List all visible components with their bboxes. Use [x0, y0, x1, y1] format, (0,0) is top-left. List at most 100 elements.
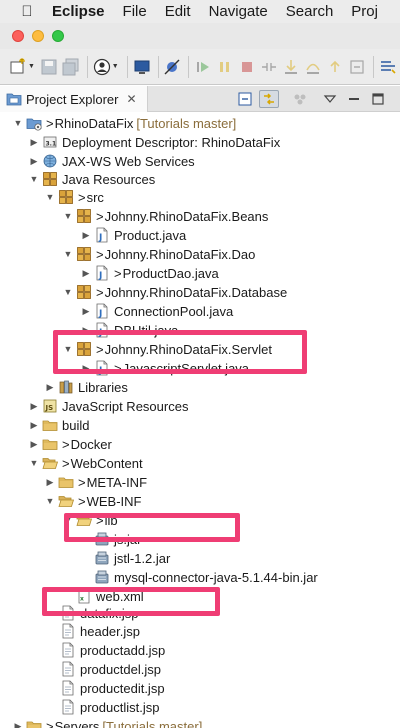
tree-label: header.jsp — [80, 623, 140, 639]
minimize-view-icon[interactable] — [344, 90, 364, 108]
expanded-chevron-icon[interactable]: ▼ — [12, 113, 24, 133]
tree-item-javascriptservlet-java[interactable]: ▶ > JavascriptServlet.java — [80, 358, 249, 378]
step-over-icon[interactable] — [303, 56, 323, 78]
tree-item-pkg-beans[interactable]: ▼ > Johnny.RhinoDataFix.Beans — [62, 206, 269, 226]
tree-item-pkg-dao[interactable]: ▼ > Johnny.RhinoDataFix.Dao — [62, 244, 256, 264]
tree-item-dbutil-java[interactable]: ▶ DBUtil.java — [80, 320, 178, 340]
collapsed-chevron-icon[interactable]: ▶ — [12, 716, 24, 728]
profile-dropdown-icon[interactable]: ▼ — [112, 63, 119, 70]
tree-item-javascript-resources[interactable]: ▶ JavaScript Resources — [28, 396, 189, 416]
skip-breakpoints-icon[interactable] — [162, 56, 182, 78]
menu-edit[interactable]: Edit — [165, 3, 191, 20]
view-menu-icon[interactable] — [320, 90, 340, 108]
tree-item-connectionpool-java[interactable]: ▶ ConnectionPool.java — [80, 301, 233, 321]
tree-label: Johnny.RhinoDataFix.Database — [104, 284, 288, 300]
tree-item-mysql-jar[interactable]: mysql-connector-java-5.1.44-bin.jar — [92, 567, 318, 587]
collapsed-chevron-icon[interactable]: ▶ — [28, 151, 40, 171]
terminate-icon[interactable] — [237, 56, 257, 78]
apple-icon[interactable]:  — [12, 3, 42, 20]
zoom-window-button[interactable] — [52, 30, 64, 42]
menu-navigate[interactable]: Navigate — [209, 3, 268, 20]
console-icon[interactable] — [132, 56, 152, 78]
collapsed-chevron-icon[interactable]: ▶ — [28, 434, 40, 454]
minimize-window-button[interactable] — [32, 30, 44, 42]
jsp-file-icon — [60, 680, 76, 696]
collapse-all-icon[interactable] — [235, 90, 255, 108]
tree-item-pkg-database[interactable]: ▼ > Johnny.RhinoDataFix.Database — [62, 282, 288, 302]
tree-label: Johnny.RhinoDataFix.Beans — [104, 208, 269, 224]
tree-item-product-java[interactable]: ▶ Product.java — [80, 225, 186, 245]
expanded-chevron-icon[interactable]: ▼ — [62, 244, 74, 264]
drop-to-frame-icon[interactable] — [347, 56, 367, 78]
tree-item-servers[interactable]: ▶ > Servers [Tutorials master] — [12, 716, 202, 728]
tree-item-meta-inf[interactable]: ▶ > META-INF — [44, 472, 147, 492]
tree-label: JAX-WS Web Services — [62, 153, 195, 169]
collapsed-chevron-icon[interactable]: ▶ — [80, 358, 92, 378]
tree-item-java-resources[interactable]: ▼ Java Resources — [28, 169, 156, 189]
new-icon[interactable] — [8, 56, 28, 78]
step-into-icon[interactable] — [281, 56, 301, 78]
tree-item-web-inf[interactable]: ▼ > WEB-INF — [44, 491, 142, 511]
tree-item-deployment-descriptor[interactable]: ▶ Deployment Descriptor: RhinoDataFix — [28, 132, 281, 152]
expanded-chevron-icon[interactable]: ▼ — [62, 206, 74, 226]
collapsed-chevron-icon[interactable]: ▶ — [28, 415, 40, 435]
focus-icon[interactable] — [290, 90, 310, 108]
expanded-chevron-icon[interactable]: ▼ — [28, 169, 40, 189]
tree-item-webcontent[interactable]: ▼ > WebContent — [28, 453, 143, 473]
link-with-editor-icon[interactable] — [259, 90, 279, 108]
tree-item-header-jsp[interactable]: header.jsp — [58, 621, 140, 641]
expanded-chevron-icon[interactable]: ▼ — [44, 187, 56, 207]
menu-app-name[interactable]: Eclipse — [52, 3, 105, 20]
toolbar-separator — [126, 55, 128, 78]
save-icon[interactable] — [39, 56, 59, 78]
maximize-view-icon[interactable] — [368, 90, 388, 108]
project-explorer-view-header: Project Explorer ✕ — [0, 86, 400, 112]
tree-item-jaxws[interactable]: ▶ JAX-WS Web Services — [28, 151, 195, 171]
collapsed-chevron-icon[interactable]: ▶ — [80, 263, 92, 283]
tree-item-lib[interactable]: ▼ > lib — [62, 510, 118, 530]
expanded-chevron-icon[interactable]: ▼ — [62, 339, 74, 359]
tree-item-build[interactable]: ▶ build — [28, 415, 90, 435]
menu-project[interactable]: Proj — [351, 3, 378, 20]
suspend-icon[interactable] — [215, 56, 235, 78]
tree-item-src[interactable]: ▼ > src — [44, 187, 104, 207]
menu-file[interactable]: File — [123, 3, 147, 20]
close-tab-icon[interactable]: ✕ — [126, 92, 136, 106]
tree-item-js-jar[interactable]: js.jar — [92, 529, 141, 549]
tree-item-productdao-java[interactable]: ▶ > ProductDao.java — [80, 263, 219, 283]
jar-icon — [94, 531, 110, 547]
menu-search[interactable]: Search — [286, 3, 334, 20]
tree-label: productdel.jsp — [80, 661, 161, 677]
collapsed-chevron-icon[interactable]: ▶ — [44, 472, 56, 492]
collapsed-chevron-icon[interactable]: ▶ — [80, 225, 92, 245]
tree-item-docker[interactable]: ▶ > Docker — [28, 434, 112, 454]
tree-item-jstl-jar[interactable]: jstl-1.2.jar — [92, 548, 170, 568]
expanded-chevron-icon[interactable]: ▼ — [62, 510, 74, 530]
tree-item-pkg-servlet[interactable]: ▼ > Johnny.RhinoDataFix.Servlet — [62, 339, 272, 359]
profile-icon[interactable] — [92, 56, 112, 78]
tree-item-productlist-jsp[interactable]: productlist.jsp — [58, 697, 159, 717]
disconnect-icon[interactable] — [259, 56, 279, 78]
tasks-icon[interactable] — [378, 56, 398, 78]
expanded-chevron-icon[interactable]: ▼ — [44, 491, 56, 511]
collapsed-chevron-icon[interactable]: ▶ — [80, 320, 92, 340]
collapsed-chevron-icon[interactable]: ▶ — [44, 377, 56, 397]
resume-icon[interactable] — [193, 56, 213, 78]
step-return-icon[interactable] — [325, 56, 345, 78]
expanded-chevron-icon[interactable]: ▼ — [28, 453, 40, 473]
jsp-file-icon — [60, 661, 76, 677]
save-all-icon[interactable] — [61, 56, 81, 78]
collapsed-chevron-icon[interactable]: ▶ — [28, 132, 40, 152]
expanded-chevron-icon[interactable]: ▼ — [62, 282, 74, 302]
tab-project-explorer[interactable]: Project Explorer ✕ — [0, 86, 148, 112]
tree-item-project[interactable]: ▼ > RhinoDataFix [Tutorials master] — [12, 113, 236, 133]
tree-item-datafix-jsp[interactable]: datafix.jsp — [58, 603, 139, 623]
new-dropdown-icon[interactable]: ▼ — [28, 63, 35, 70]
tree-item-productadd-jsp[interactable]: productadd.jsp — [58, 640, 165, 660]
close-window-button[interactable] — [12, 30, 24, 42]
tree-item-productdel-jsp[interactable]: productdel.jsp — [58, 659, 161, 679]
tree-item-libraries[interactable]: ▶ Libraries — [44, 377, 128, 397]
collapsed-chevron-icon[interactable]: ▶ — [28, 396, 40, 416]
collapsed-chevron-icon[interactable]: ▶ — [80, 301, 92, 321]
tree-item-productedit-jsp[interactable]: productedit.jsp — [58, 678, 165, 698]
